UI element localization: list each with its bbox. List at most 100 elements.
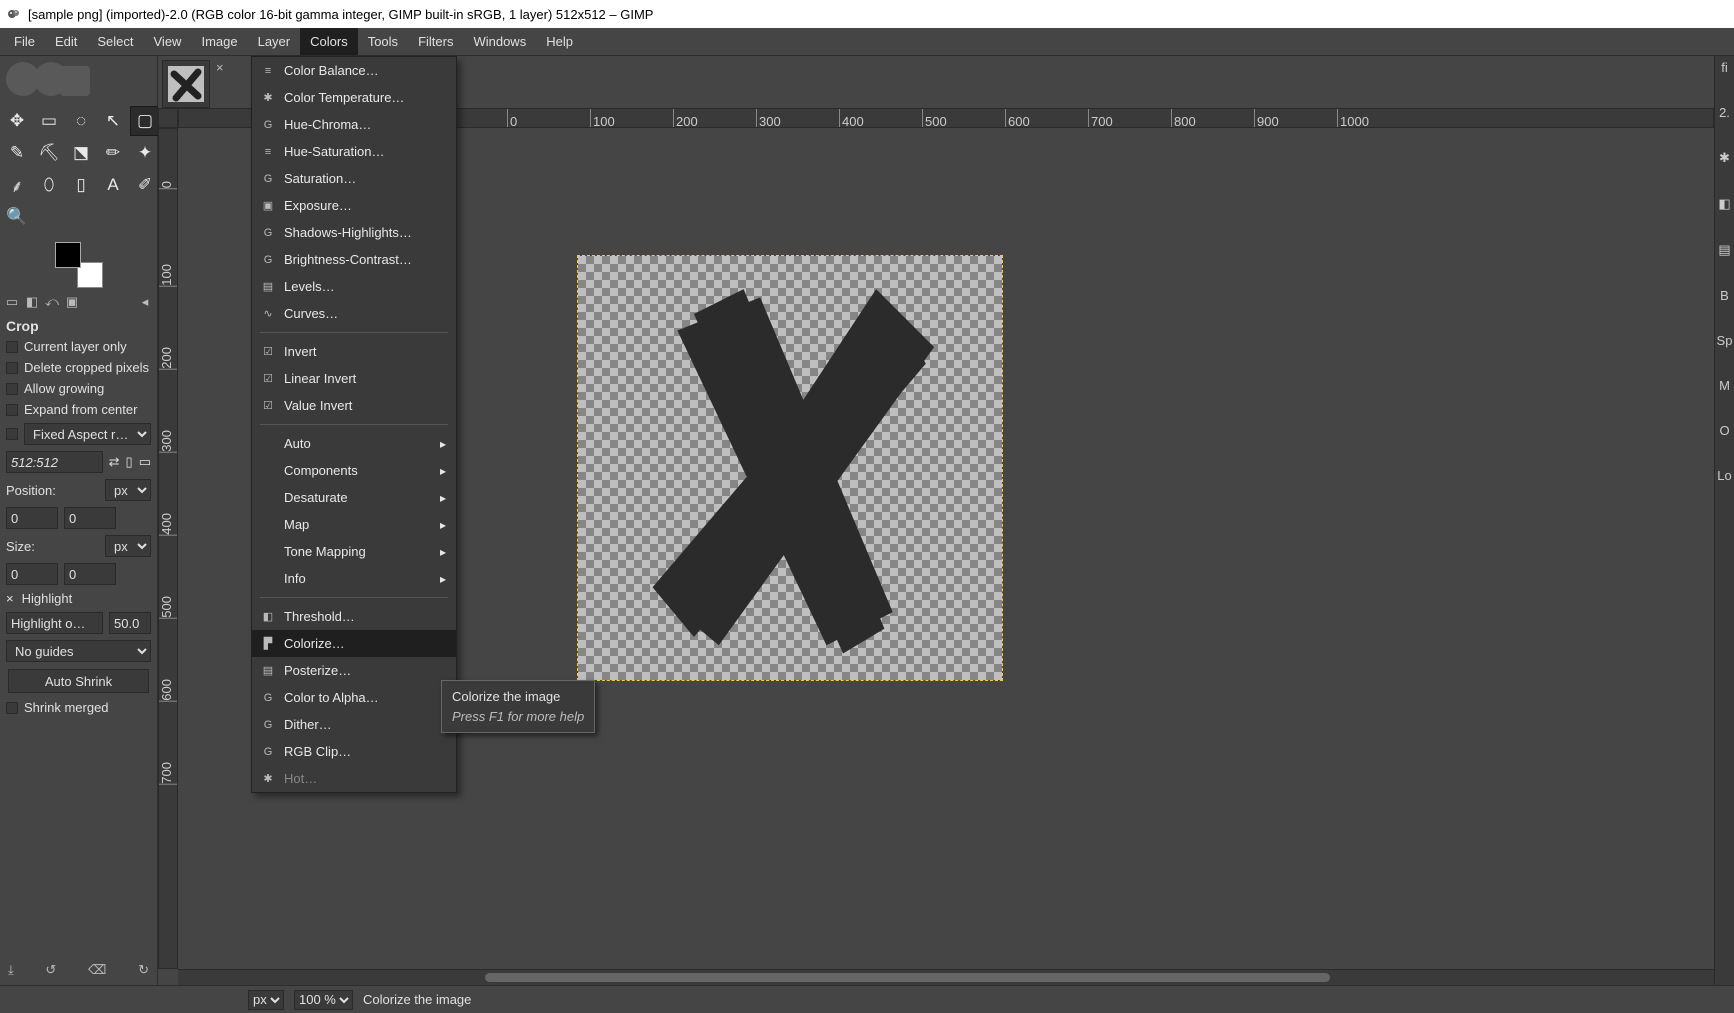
menu-image[interactable]: Image <box>191 28 247 55</box>
dock-tab-sliver[interactable]: Lo <box>1717 468 1731 483</box>
highlight-close-icon[interactable]: × <box>6 591 14 606</box>
menu-item-dither[interactable]: GDither… <box>252 711 456 738</box>
tool-button[interactable]: ▭ <box>34 106 64 136</box>
menu-item-auto[interactable]: Auto▸ <box>252 430 456 457</box>
dock-tab-sliver[interactable]: O <box>1719 423 1729 438</box>
menu-windows[interactable]: Windows <box>463 28 536 55</box>
menu-item-levels[interactable]: ▤Levels… <box>252 273 456 300</box>
mini-icon[interactable]: ⤺ <box>44 294 60 310</box>
option-checkbox[interactable] <box>6 404 18 416</box>
menu-item-curves[interactable]: ∿Curves… <box>252 300 456 327</box>
menu-colors[interactable]: Colors <box>300 28 358 55</box>
tool-button[interactable]: ⸙ <box>2 170 32 200</box>
status-unit-select[interactable]: px <box>248 990 284 1010</box>
menu-item-colorize[interactable]: ▛Colorize… <box>252 630 456 657</box>
landscape-icon[interactable]: ▭ <box>139 454 151 470</box>
menu-item-hue-chroma[interactable]: GHue-Chroma… <box>252 111 456 138</box>
tool-button[interactable]: ▢ <box>130 106 160 136</box>
size-w[interactable] <box>6 563 58 585</box>
menu-layer[interactable]: Layer <box>248 28 301 55</box>
highlight-value[interactable] <box>109 612 151 634</box>
menu-item-tone-mapping[interactable]: Tone Mapping▸ <box>252 538 456 565</box>
menu-item-exposure[interactable]: ▣Exposure… <box>252 192 456 219</box>
menu-item-invert[interactable]: ☑Invert <box>252 338 456 365</box>
menu-item-saturation[interactable]: GSaturation… <box>252 165 456 192</box>
menu-item-color-balance[interactable]: ≡Color Balance… <box>252 57 456 84</box>
tool-button[interactable]: ⛏ <box>34 138 64 168</box>
portrait-icon[interactable]: ▯ <box>126 454 133 470</box>
mini-icon[interactable]: ◂ <box>137 294 153 310</box>
menu-item-components[interactable]: Components▸ <box>252 457 456 484</box>
reset-options-icon[interactable]: ↻ <box>138 962 149 978</box>
tool-button[interactable]: ✦ <box>130 138 160 168</box>
menu-item-color-to-alpha[interactable]: GColor to Alpha… <box>252 684 456 711</box>
menu-item-desaturate[interactable]: Desaturate▸ <box>252 484 456 511</box>
dock-tab-sliver[interactable]: fi <box>1721 60 1728 75</box>
menu-item-threshold[interactable]: ◧Threshold… <box>252 603 456 630</box>
menu-edit[interactable]: Edit <box>45 28 87 55</box>
fg-color-swatch[interactable] <box>55 242 81 268</box>
menu-item-posterize[interactable]: ▤Posterize… <box>252 657 456 684</box>
menu-item-rgb-clip[interactable]: GRGB Clip… <box>252 738 456 765</box>
menu-help[interactable]: Help <box>536 28 583 55</box>
mini-icon[interactable]: ◧ <box>24 294 40 310</box>
tool-button[interactable]: ⬯ <box>34 170 64 200</box>
position-y[interactable] <box>64 507 116 529</box>
menu-item-hue-saturation[interactable]: ≡Hue-Saturation… <box>252 138 456 165</box>
tool-button[interactable]: ✥ <box>2 106 32 136</box>
menu-item-shadows-highlights[interactable]: GShadows-Highlights… <box>252 219 456 246</box>
menu-tools[interactable]: Tools <box>358 28 408 55</box>
menu-view[interactable]: View <box>144 28 192 55</box>
menu-item-linear-invert[interactable]: ☑Linear Invert <box>252 365 456 392</box>
image-tab[interactable] <box>162 60 210 108</box>
fgbg-swatch[interactable] <box>49 242 109 288</box>
menu-filters[interactable]: Filters <box>408 28 463 55</box>
tool-button[interactable]: 🔍 <box>2 202 32 232</box>
dock-tab-sliver[interactable]: ◧ <box>1718 196 1730 212</box>
canvas-layer[interactable] <box>578 256 1002 680</box>
menu-item-brightness-contrast[interactable]: GBrightness-Contrast… <box>252 246 456 273</box>
mini-icon[interactable]: ▭ <box>4 294 20 310</box>
dock-tab-sliver[interactable]: Sp <box>1717 333 1733 348</box>
mini-icon[interactable]: ▣ <box>64 294 80 310</box>
canvas-horizontal-scrollbar[interactable] <box>178 969 1714 985</box>
dock-tab-sliver[interactable]: ✱ <box>1719 150 1730 166</box>
dock-tab-sliver[interactable]: B <box>1720 288 1729 303</box>
menu-item-color-temperature[interactable]: ✱Color Temperature… <box>252 84 456 111</box>
menu-item-map[interactable]: Map▸ <box>252 511 456 538</box>
menu-select[interactable]: Select <box>87 28 143 55</box>
shrink-merged-checkbox[interactable] <box>6 702 18 714</box>
option-checkbox[interactable] <box>6 362 18 374</box>
save-options-icon[interactable]: ⤓ <box>8 962 14 978</box>
tool-button[interactable]: ⬔ <box>66 138 96 168</box>
menu-item-info[interactable]: Info▸ <box>252 565 456 592</box>
option-checkbox[interactable] <box>6 383 18 395</box>
tool-button[interactable]: ▯ <box>66 170 96 200</box>
tool-button[interactable]: ✐ <box>130 170 160 200</box>
size-h[interactable] <box>64 563 116 585</box>
size-unit[interactable]: px <box>105 535 151 557</box>
vertical-ruler[interactable]: 0100200300400500600700 <box>158 128 178 969</box>
position-unit[interactable]: px <box>105 479 151 501</box>
guides-select[interactable]: No guides <box>6 640 151 662</box>
tab-close-icon[interactable]: × <box>216 60 224 75</box>
highlight-opt-field[interactable] <box>6 612 103 634</box>
fixed-checkbox[interactable] <box>6 428 18 440</box>
scrollbar-thumb[interactable] <box>485 973 1330 982</box>
restore-options-icon[interactable]: ↺ <box>45 962 56 978</box>
delete-options-icon[interactable]: ⌫ <box>88 962 106 978</box>
tool-button[interactable]: ✏ <box>98 138 128 168</box>
menu-file[interactable]: File <box>4 28 45 55</box>
tool-button[interactable]: ✎ <box>2 138 32 168</box>
option-checkbox[interactable] <box>6 341 18 353</box>
dock-tab-sliver[interactable]: ▤ <box>1718 242 1730 258</box>
status-zoom-select[interactable]: 100 % <box>294 990 353 1010</box>
tool-button[interactable]: ◌ <box>66 106 96 136</box>
fixed-select[interactable]: Fixed Aspect r… <box>24 423 151 445</box>
dock-tab-sliver[interactable]: 2. <box>1719 105 1730 120</box>
swap-icon[interactable]: ⇄ <box>109 454 120 470</box>
ruler-origin-button[interactable] <box>158 108 178 128</box>
position-x[interactable] <box>6 507 58 529</box>
tool-button[interactable]: ↖ <box>98 106 128 136</box>
aspect-field[interactable] <box>6 451 103 473</box>
